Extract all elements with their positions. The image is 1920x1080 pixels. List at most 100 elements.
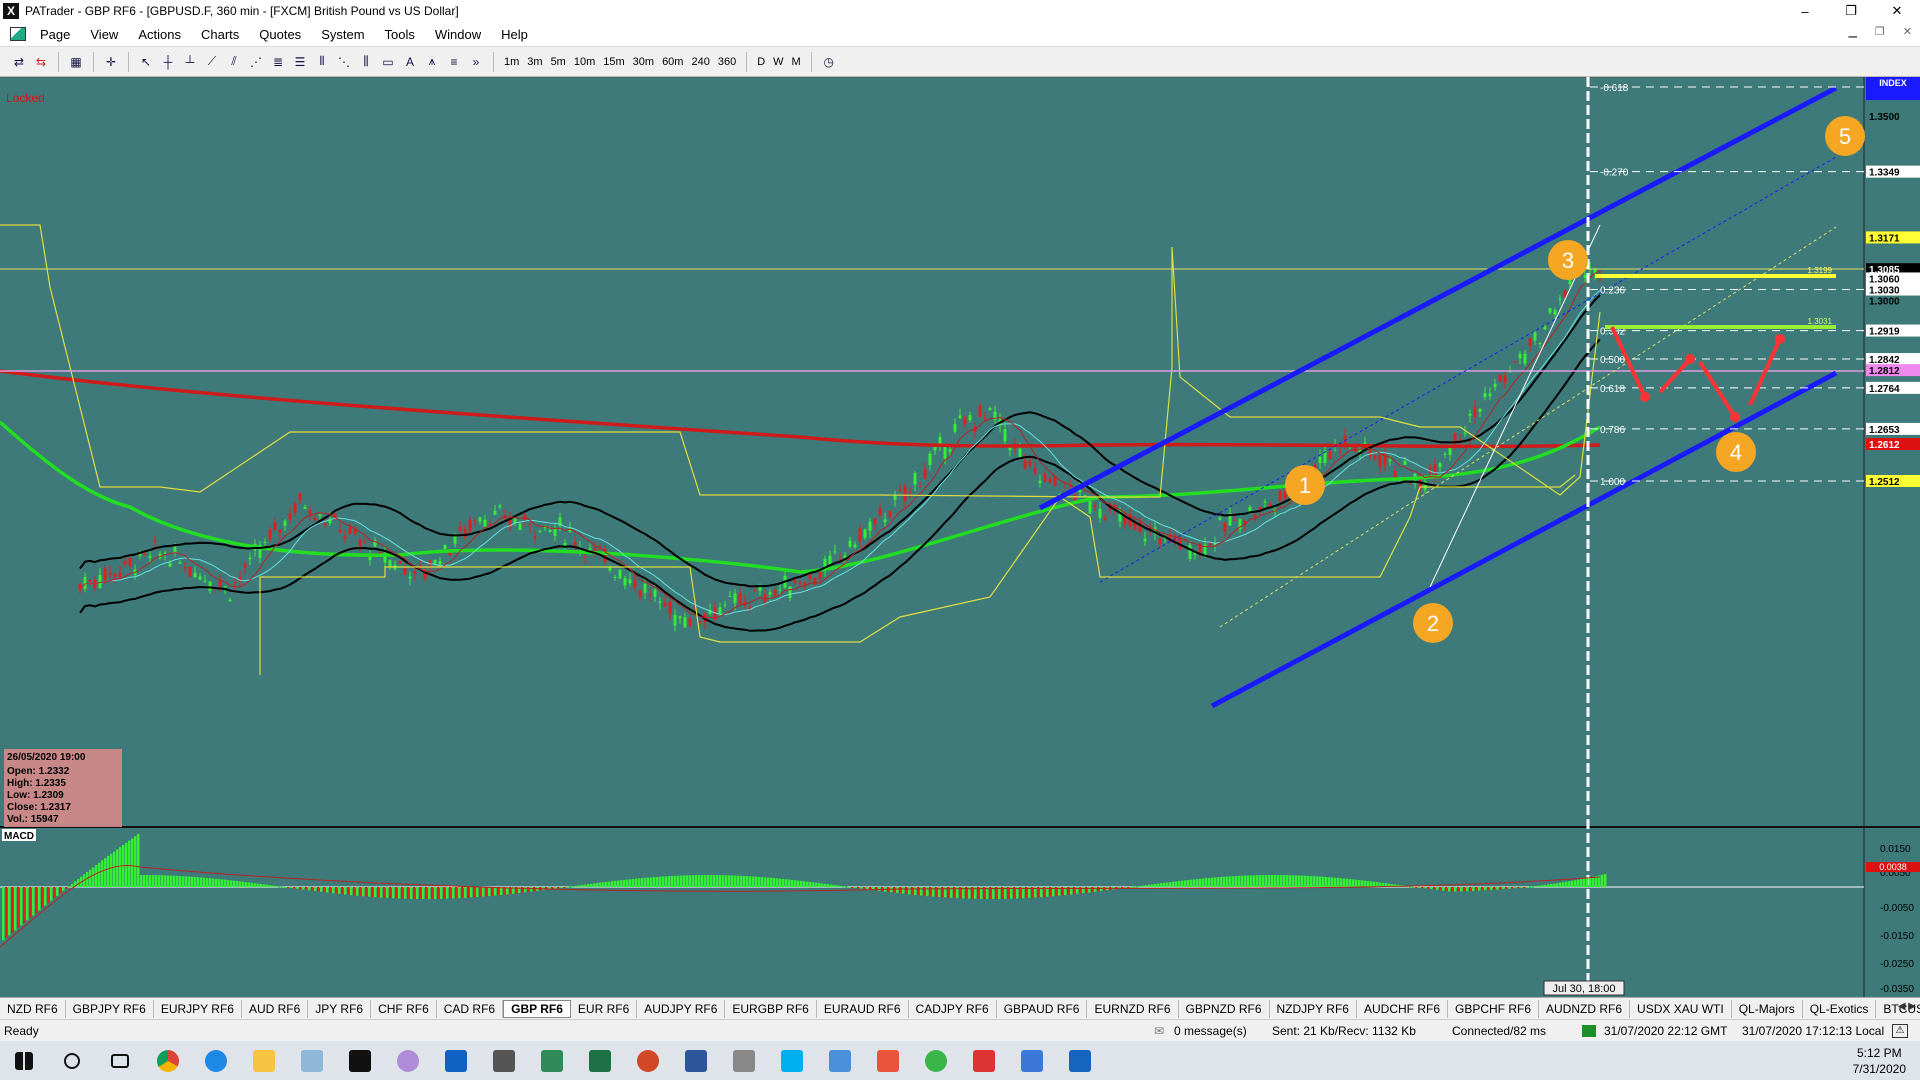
tab-gbpchf-rf6[interactable]: GBPCHF RF6 [1448,999,1540,1018]
minimize-button[interactable]: – [1782,0,1828,22]
tab-eurnzd-rf6[interactable]: EURNZD RF6 [1087,999,1179,1018]
network-app-icon[interactable] [1008,1041,1056,1080]
timeframe-30m[interactable]: 30m [629,56,658,68]
timeframe-60m[interactable]: 60m [658,56,687,68]
tab-audnzd-rf6[interactable]: AUDNZD RF6 [1539,999,1631,1018]
projection-arrow-up-2[interactable] [1748,338,1782,406]
tab-eurgbp-rf6[interactable]: EURGBP RF6 [725,999,817,1018]
disconnect-icon[interactable]: ⇆ [32,53,50,71]
mdi-minimize-icon[interactable]: ▁ [1848,25,1856,38]
yellow-dashed-line[interactable] [1219,226,1837,628]
wave-label-3[interactable]: 3 [1548,240,1588,280]
mail-icon[interactable]: ✉ [1154,1024,1174,1038]
search-icon[interactable] [48,1041,96,1080]
tab-gbpjpy-rf6[interactable]: GBPJPY RF6 [66,999,154,1018]
cursor-icon[interactable]: ↖ [137,53,155,71]
new-chart-icon[interactable]: ▦ [67,53,85,71]
price-chart[interactable]: -0.618-0.2700.2360.3820.5000.6180.7861.0… [0,76,1920,997]
menu-system[interactable]: System [311,27,374,42]
red-app-icon[interactable] [960,1041,1008,1080]
menu-quotes[interactable]: Quotes [249,27,311,42]
leaf-app-icon[interactable] [912,1041,960,1080]
cycle-lines-icon[interactable]: ⫼ [357,53,375,71]
timeframe-360[interactable]: 360 [714,56,740,68]
photos-icon[interactable] [1056,1041,1104,1080]
word-icon[interactable] [672,1041,720,1080]
tab-gbp-rf6[interactable]: GBP RF6 [503,999,571,1018]
clock-icon[interactable]: ◷ [820,53,838,71]
file-explorer-icon[interactable] [240,1041,288,1080]
text-icon[interactable]: A [401,53,419,71]
crosshair-icon[interactable]: ✛ [102,53,120,71]
tab-eur-rf6[interactable]: EUR RF6 [571,999,638,1018]
channel-lower-line[interactable] [1210,370,1838,709]
timeframe-15m[interactable]: 15m [599,56,628,68]
more-tools-icon[interactable]: » [467,53,485,71]
app-icon[interactable] [384,1041,432,1080]
storage-icon[interactable] [720,1041,768,1080]
wave-label-2[interactable]: 2 [1413,603,1453,643]
mdi-restore-icon[interactable]: ❐ [1875,25,1885,38]
tab-ql-exotics[interactable]: QL-Exotics [1803,999,1877,1018]
vertical-line-icon[interactable]: ┴ [181,53,199,71]
powerpoint-icon[interactable] [624,1041,672,1080]
s-app-icon[interactable] [864,1041,912,1080]
patrader-icon[interactable] [336,1041,384,1080]
tab-scroll-arrows-icon[interactable]: ◀ ▶ [1898,1001,1916,1012]
calculator-icon[interactable] [480,1041,528,1080]
connect-icon[interactable]: ⇄ [10,53,28,71]
fib-anchor-line[interactable] [1429,224,1601,588]
menu-actions[interactable]: Actions [128,27,191,42]
taskbar-clock[interactable]: 5:12 PM 7/31/2020 [1853,1045,1906,1077]
menu-charts[interactable]: Charts [191,27,249,42]
horizontal-line-icon[interactable]: ┼ [159,53,177,71]
channel-mid-line[interactable] [1099,156,1837,583]
period-daily[interactable]: D [753,56,769,68]
period-weekly[interactable]: W [769,56,787,68]
alert-icon[interactable]: ⚠ [1892,1023,1908,1038]
tab-audjpy-rf6[interactable]: AUDJPY RF6 [637,999,726,1018]
close-button[interactable]: ✕ [1874,0,1920,22]
tab-gbpaud-rf6[interactable]: GBPAUD RF6 [997,999,1088,1018]
skype-icon[interactable] [768,1041,816,1080]
fib-extension-icon[interactable]: ☰ [291,53,309,71]
timeframe-10m[interactable]: 10m [570,56,599,68]
windows-start-icon[interactable] [0,1041,48,1080]
timeframe-5m[interactable]: 5m [547,56,570,68]
tab-nzdjpy-rf6[interactable]: NZDJPY RF6 [1270,999,1357,1018]
fibonacci-icon[interactable]: ≣ [269,53,287,71]
maximize-button[interactable]: ❐ [1828,0,1874,22]
tab-gbpnzd-rf6[interactable]: GBPNZD RF6 [1179,999,1270,1018]
tab-nzd-rf6[interactable]: NZD RF6 [0,999,66,1018]
chart-doc-icon[interactable] [10,27,26,41]
drawings[interactable]: -0.618-0.2700.2360.3820.5000.6180.7861.0… [1038,77,1864,981]
wave-label-1[interactable]: 1 [1285,465,1325,505]
wave-label-5[interactable]: 5 [1825,116,1865,156]
notepad-icon[interactable] [288,1041,336,1080]
tab-audchf-rf6[interactable]: AUDCHF RF6 [1357,999,1448,1018]
timeframe-3m[interactable]: 3m [523,56,546,68]
fan-icon[interactable]: ⋰ [247,53,265,71]
tab-ql-majors[interactable]: QL-Majors [1732,999,1803,1018]
timeframe-240[interactable]: 240 [687,56,713,68]
tab-cadjpy-rf6[interactable]: CADJPY RF6 [909,999,997,1018]
levels-icon[interactable]: ≡ [445,53,463,71]
tab-jpy-rf6[interactable]: JPY RF6 [308,999,372,1018]
menu-page[interactable]: Page [30,27,80,42]
menu-window[interactable]: Window [425,27,491,42]
tab-eurjpy-rf6[interactable]: EURJPY RF6 [154,999,242,1018]
fib-time-icon[interactable]: ⦀ [313,53,331,71]
timeframe-1m[interactable]: 1m [500,56,523,68]
spreadsheet-icon[interactable] [528,1041,576,1080]
projection-arrow-up-1[interactable] [1658,357,1692,394]
excel-icon[interactable] [576,1041,624,1080]
period-monthly[interactable]: M [788,56,805,68]
tab-aud-rf6[interactable]: AUD RF6 [242,999,309,1018]
edge-icon[interactable] [192,1041,240,1080]
mdi-close-icon[interactable]: ✕ [1903,25,1912,38]
task-view-icon[interactable] [96,1041,144,1080]
menu-view[interactable]: View [80,27,128,42]
trend-line-icon[interactable]: ⟋ [203,53,221,71]
rectangle-icon[interactable]: ▭ [379,53,397,71]
wave-label-4[interactable]: 4 [1716,432,1756,472]
